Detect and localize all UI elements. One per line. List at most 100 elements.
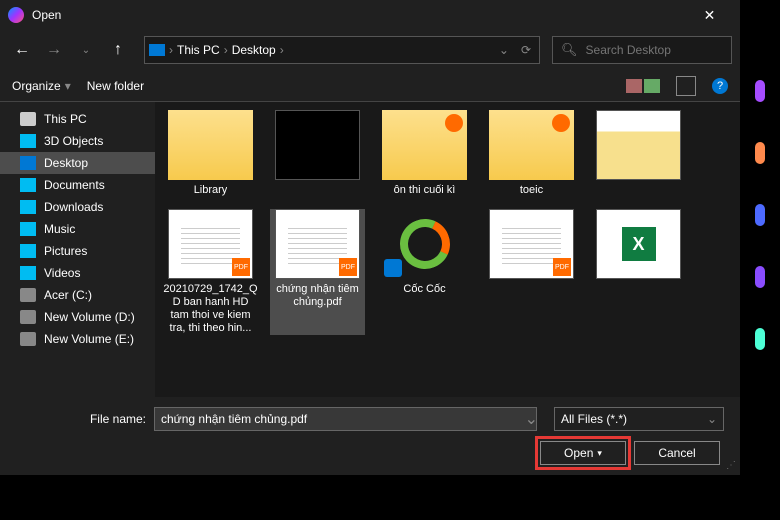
sidebar-item-label: Downloads	[44, 200, 103, 214]
organize-button[interactable]: Organize ▾	[12, 79, 71, 93]
close-icon[interactable]: ✕	[687, 0, 732, 30]
sidebar-item-this-pc[interactable]: This PC	[0, 108, 155, 130]
sidebar: This PC 3D Objects Desktop Documents Downloa…	[0, 102, 155, 397]
file-label: Cốc Cốc	[403, 283, 445, 296]
cancel-button[interactable]: Cancel	[634, 441, 720, 465]
file-item[interactable]	[591, 110, 686, 197]
window-title: Open	[32, 8, 61, 22]
breadcrumb-dropdown-icon[interactable]: ⌄	[495, 43, 513, 57]
sidebar-item-new-volume-e-[interactable]: New Volume (E:)	[0, 328, 155, 350]
sidebar-item-videos[interactable]: Videos	[0, 262, 155, 284]
file-thumbnail	[275, 110, 360, 180]
sidebar-item-label: Documents	[44, 178, 105, 192]
file-item[interactable]	[270, 110, 365, 197]
file-item[interactable]: PDF	[484, 209, 579, 335]
external-sidebar	[740, 60, 780, 460]
drive-icon	[20, 288, 36, 302]
file-item[interactable]: PDF20210729_1742_QD ban hanh HD tam thoi…	[163, 209, 258, 335]
search-box[interactable]: 🔍︎	[552, 36, 732, 64]
sidebar-item-label: New Volume (D:)	[44, 310, 135, 324]
sidebar-item-new-volume-d-[interactable]: New Volume (D:)	[0, 306, 155, 328]
view-options[interactable]	[626, 79, 660, 93]
folder-cyan-icon	[20, 266, 36, 280]
sidebar-item-pictures[interactable]: Pictures	[0, 240, 155, 262]
preview-pane-icon[interactable]	[676, 76, 696, 96]
file-item[interactable]: ôn thi cuối kì	[377, 110, 472, 197]
search-input[interactable]	[586, 43, 741, 57]
file-thumbnail	[596, 110, 681, 180]
file-thumbnail: X	[596, 209, 681, 279]
navigation-bar: ← → ⌄ ↑ › This PC › Desktop › ⌄ ⟳ 🔍︎	[0, 30, 740, 70]
file-thumbnail: PDF	[489, 209, 574, 279]
forward-button[interactable]: →	[40, 36, 68, 64]
dialog-footer: File name: ⌄ All Files (*.*) ⌄ Open ▾ Ca…	[0, 397, 740, 475]
file-thumbnail	[382, 110, 467, 180]
file-label: chứng nhận tiêm chủng.pdf	[270, 283, 365, 309]
chevron-down-icon: ⌄	[707, 412, 717, 426]
open-button[interactable]: Open ▾	[540, 441, 626, 465]
sidebar-item-label: Pictures	[44, 244, 87, 258]
pill-icon[interactable]	[755, 328, 765, 350]
search-icon: 🔍︎	[561, 42, 578, 58]
sidebar-item-label: Videos	[44, 266, 80, 280]
folder-blue-icon	[20, 156, 36, 170]
sidebar-item-label: New Volume (E:)	[44, 332, 134, 346]
folder-cyan-icon	[20, 244, 36, 258]
drive-icon	[20, 310, 36, 324]
sidebar-item-documents[interactable]: Documents	[0, 174, 155, 196]
chevron-down-icon: ▾	[65, 79, 71, 93]
pc-icon	[20, 112, 36, 126]
file-thumbnail	[489, 110, 574, 180]
pill-icon[interactable]	[755, 266, 765, 288]
file-label: ôn thi cuối kì	[394, 184, 456, 197]
sidebar-item-label: 3D Objects	[44, 134, 103, 148]
chevron-right-icon: ›	[280, 43, 284, 57]
breadcrumb-root[interactable]: This PC	[177, 43, 220, 57]
file-item[interactable]: toeic	[484, 110, 579, 197]
file-label: Library	[194, 184, 228, 197]
sidebar-item-label: Acer (C:)	[44, 288, 92, 302]
open-file-dialog: Open ✕ ← → ⌄ ↑ › This PC › Desktop › ⌄ ⟳…	[0, 0, 740, 475]
up-button[interactable]: ↑	[104, 36, 132, 64]
file-item[interactable]: Cốc Cốc	[377, 209, 472, 335]
file-item[interactable]: X	[591, 209, 686, 335]
file-thumbnail	[168, 110, 253, 180]
refresh-icon[interactable]: ⟳	[517, 43, 535, 57]
folder-cyan-icon	[20, 134, 36, 148]
file-label: 20210729_1742_QD ban hanh HD tam thoi ve…	[163, 283, 258, 335]
sidebar-item-downloads[interactable]: Downloads	[0, 196, 155, 218]
file-thumbnail: PDF	[275, 209, 360, 279]
pc-icon	[149, 44, 165, 56]
filename-dropdown-icon[interactable]: ⌄	[525, 409, 538, 429]
folder-cyan-icon	[20, 178, 36, 192]
breadcrumb-current[interactable]: Desktop	[232, 43, 276, 57]
pill-icon[interactable]	[755, 80, 765, 102]
recent-button[interactable]: ⌄	[72, 36, 100, 64]
drive-icon	[20, 332, 36, 346]
file-label: toeic	[520, 184, 543, 197]
pill-icon[interactable]	[755, 142, 765, 164]
sidebar-item-3d-objects[interactable]: 3D Objects	[0, 130, 155, 152]
sidebar-item-label: This PC	[44, 112, 87, 126]
chevron-right-icon: ›	[224, 43, 228, 57]
file-item[interactable]: Library	[163, 110, 258, 197]
filetype-select[interactable]: All Files (*.*) ⌄	[554, 407, 724, 431]
pill-icon[interactable]	[755, 204, 765, 226]
sidebar-item-acer-c-[interactable]: Acer (C:)	[0, 284, 155, 306]
file-item[interactable]: PDF chứng nhận tiêm chủng.pdf	[270, 209, 365, 335]
file-thumbnail	[382, 209, 467, 279]
filename-input[interactable]	[154, 407, 537, 431]
sidebar-item-label: Desktop	[44, 156, 88, 170]
sidebar-item-desktop[interactable]: Desktop	[0, 152, 155, 174]
new-folder-button[interactable]: New folder	[87, 79, 144, 93]
filename-label: File name:	[16, 412, 146, 426]
breadcrumb[interactable]: › This PC › Desktop › ⌄ ⟳	[144, 36, 540, 64]
resize-grip[interactable]: ⋰	[726, 460, 736, 471]
folder-cyan-icon	[20, 222, 36, 236]
back-button[interactable]: ←	[8, 36, 36, 64]
messenger-icon	[8, 7, 24, 23]
chevron-right-icon: ›	[169, 43, 173, 57]
sidebar-item-music[interactable]: Music	[0, 218, 155, 240]
toolbar: Organize ▾ New folder ?	[0, 70, 740, 102]
help-icon[interactable]: ?	[712, 78, 728, 94]
